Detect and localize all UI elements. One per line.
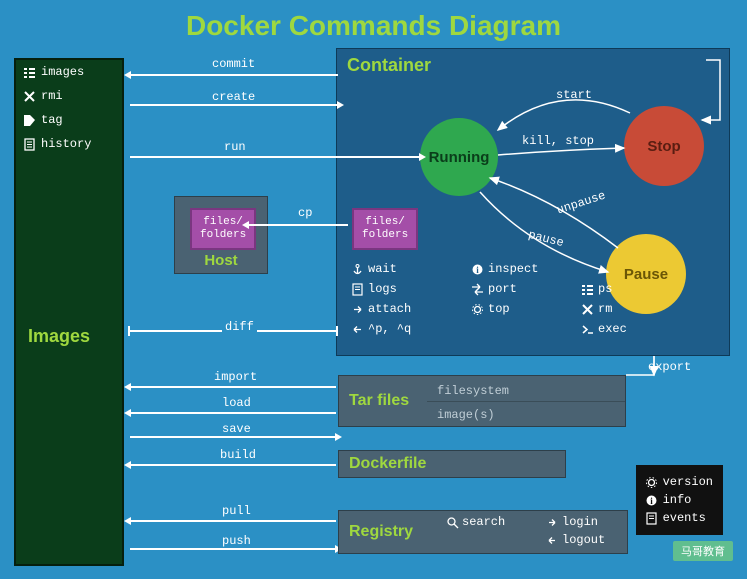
x-icon (582, 304, 593, 315)
list-icon (24, 67, 35, 78)
registry-title: Registry (349, 523, 413, 541)
tar-panel: Tar files filesystem image(s) (338, 375, 626, 427)
host-title: Host (175, 252, 267, 269)
events-cmd: events (646, 509, 713, 527)
label: history (41, 137, 91, 151)
cp-arrow (248, 224, 348, 226)
images-panel: images rmi tag history Images (14, 58, 124, 566)
search-cmd: search (447, 515, 547, 529)
stop-state: Stop (624, 106, 704, 186)
logs-cmd: logs (352, 282, 472, 296)
attach-cmd: attach (352, 302, 472, 316)
ps-cmd: ps (582, 282, 692, 296)
list-icon (582, 284, 593, 295)
commit-label: commit (212, 57, 255, 71)
pull-arrow (130, 520, 336, 522)
swap-icon (472, 284, 483, 295)
meta-panel: version iinfo events (636, 465, 723, 535)
login-icon (547, 517, 558, 528)
top-cmd: top (472, 302, 582, 316)
run-arrow (130, 156, 420, 158)
killstop-label: kill, stop (522, 134, 594, 148)
import-arrow (130, 386, 336, 388)
logout-cmd: logout (547, 533, 627, 547)
save-arrow (130, 436, 336, 438)
tar-title: Tar files (349, 392, 409, 410)
tag-cmd: tag (16, 108, 122, 132)
build-arrow (130, 464, 336, 466)
login-cmd: login (547, 515, 627, 529)
exec-cmd: exec (582, 322, 692, 336)
import-label: import (214, 370, 257, 384)
detach-cmd: ^p, ^q (352, 322, 472, 336)
dockerfile-title: Dockerfile (349, 455, 426, 472)
history-cmd: history (16, 132, 122, 156)
label: images (41, 65, 84, 79)
diagram-title: Docker Commands Diagram (0, 0, 747, 47)
cp-label: cp (298, 206, 312, 220)
tar-filesystem: filesystem (437, 384, 509, 398)
load-arrow (130, 412, 336, 414)
gear-icon (646, 477, 657, 488)
commit-arrow (130, 74, 338, 76)
rmi-cmd: rmi (16, 84, 122, 108)
doc-icon (24, 139, 35, 150)
x-icon (24, 91, 35, 102)
save-label: save (222, 422, 251, 436)
host-files-box: files/ folders (190, 208, 256, 250)
label: tag (41, 113, 63, 127)
version-cmd: version (646, 473, 713, 491)
tar-images: image(s) (437, 408, 495, 422)
images-cmd: images (16, 60, 122, 84)
inspect-cmd: iinspect (472, 262, 582, 276)
wait-cmd: wait (352, 262, 472, 276)
doc-icon (646, 513, 657, 524)
run-label: run (224, 140, 246, 154)
info-icon: i (646, 495, 657, 506)
search-icon (447, 517, 458, 528)
logout-icon (547, 535, 558, 546)
info-icon: i (472, 264, 483, 275)
container-files-box: files/ folders (352, 208, 418, 250)
diff-label: diff (222, 320, 257, 334)
container-commands: wait iinspect logs port ps attach top rm… (352, 262, 722, 336)
create-label: create (212, 90, 255, 104)
running-state: Running (420, 118, 498, 196)
registry-panel: Registry search login logout (338, 510, 628, 554)
label: rmi (41, 89, 63, 103)
watermark: 马哥教育 (673, 541, 733, 561)
info-cmd: iinfo (646, 491, 713, 509)
port-cmd: port (472, 282, 582, 296)
images-panel-title: Images (16, 156, 122, 347)
tag-icon (24, 115, 35, 126)
load-label: load (222, 396, 251, 410)
push-arrow (130, 548, 336, 550)
gear-icon (472, 304, 483, 315)
build-label: build (220, 448, 256, 462)
dockerfile-panel: Dockerfile (338, 450, 566, 478)
prompt-icon (582, 324, 593, 335)
rm-cmd: rm (582, 302, 692, 316)
anchor-icon (352, 264, 363, 275)
start-label: start (556, 88, 592, 102)
exit-icon (352, 324, 363, 335)
container-title: Container (347, 55, 729, 76)
enter-icon (352, 304, 363, 315)
doc-icon (352, 284, 363, 295)
push-label: push (222, 534, 251, 548)
create-arrow (130, 104, 338, 106)
pull-label: pull (222, 504, 251, 518)
export-label: export (648, 360, 691, 374)
